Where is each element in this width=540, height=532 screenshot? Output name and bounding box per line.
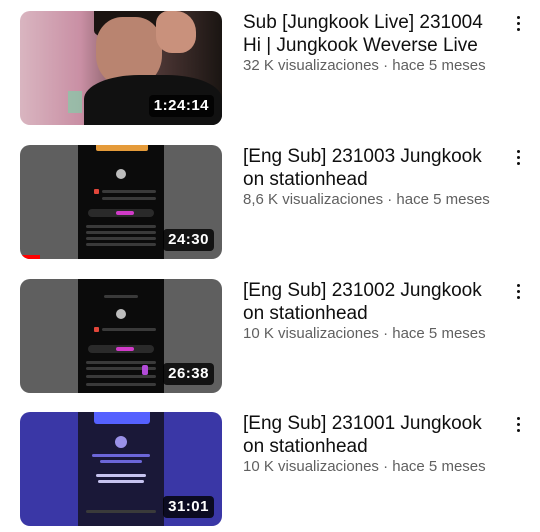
video-thumbnail[interactable]: 26:38	[20, 279, 222, 393]
video-title[interactable]: [Eng Sub] 231001 Jungkook on stationhead	[243, 412, 503, 458]
video-thumbnail[interactable]: 1:24:14	[20, 11, 222, 125]
watch-progress-bar	[20, 255, 41, 259]
thumbnail-image	[78, 145, 164, 259]
video-meta: 10 K visualizaciones · hace 5 meses	[243, 325, 486, 342]
video-info[interactable]: [Eng Sub] 231001 Jungkook on stationhead…	[243, 412, 503, 476]
video-item[interactable]: 26:38 [Eng Sub] 231002 Jungkook on stati…	[0, 279, 540, 393]
video-meta: 10 K visualizaciones · hace 5 meses	[243, 458, 486, 475]
more-options-icon[interactable]	[510, 147, 526, 167]
video-meta: 32 K visualizaciones · hace 5 meses	[243, 57, 486, 74]
video-thumbnail[interactable]: 31:01	[20, 412, 222, 526]
video-item[interactable]: 31:01 [Eng Sub] 231001 Jungkook on stati…	[0, 412, 540, 526]
duration-badge: 1:24:14	[148, 95, 214, 117]
video-title[interactable]: [Eng Sub] 231002 Jungkook on stationhead	[243, 279, 503, 325]
video-info[interactable]: Sub [Jungkook Live] 231004 Hi | Jungkook…	[243, 11, 503, 75]
duration-badge: 24:30	[163, 229, 214, 251]
video-info[interactable]: [Eng Sub] 231002 Jungkook on stationhead…	[243, 279, 503, 343]
video-title[interactable]: Sub [Jungkook Live] 231004 Hi | Jungkook…	[243, 11, 503, 57]
video-title[interactable]: [Eng Sub] 231003 Jungkook on stationhead	[243, 145, 503, 191]
video-thumbnail[interactable]: 24:30	[20, 145, 222, 259]
video-info[interactable]: [Eng Sub] 231003 Jungkook on stationhead…	[243, 145, 503, 209]
duration-badge: 31:01	[163, 496, 214, 518]
more-options-icon[interactable]	[510, 414, 526, 434]
video-list: 1:24:14 Sub [Jungkook Live] 231004 Hi | …	[0, 0, 540, 532]
video-item[interactable]: 24:30 [Eng Sub] 231003 Jungkook on stati…	[0, 145, 540, 259]
thumbnail-image	[78, 412, 164, 526]
duration-badge: 26:38	[163, 363, 214, 385]
thumbnail-image	[78, 279, 164, 393]
video-meta: 8,6 K visualizaciones · hace 5 meses	[243, 191, 490, 208]
video-item[interactable]: 1:24:14 Sub [Jungkook Live] 231004 Hi | …	[0, 11, 540, 125]
more-options-icon[interactable]	[510, 13, 526, 33]
more-options-icon[interactable]	[510, 281, 526, 301]
